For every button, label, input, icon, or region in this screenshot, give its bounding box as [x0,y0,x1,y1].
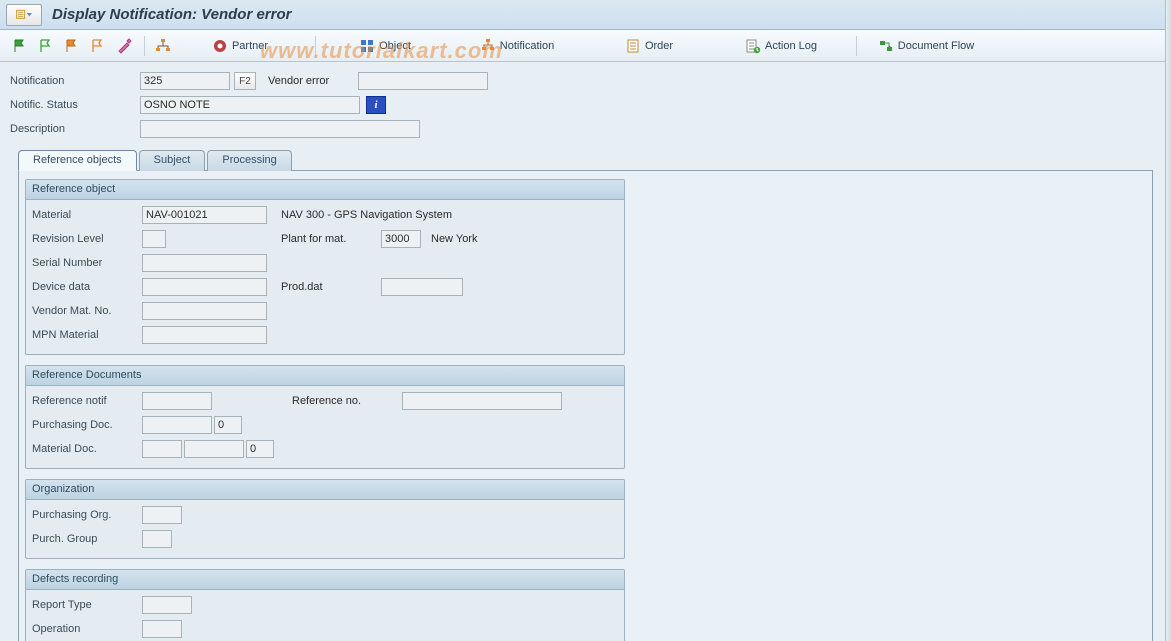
toolbar-separator [315,36,316,56]
group-reference-documents-title: Reference Documents [26,366,624,386]
reference-no-label: Reference no. [292,395,402,407]
notification-icon [480,38,496,54]
order-label: Order [645,40,673,52]
notification-no-field[interactable] [140,72,230,90]
material-doc-field-2[interactable] [184,440,244,458]
toolbar-separator [856,36,857,56]
reference-notif-label: Reference notif [32,395,142,407]
page-title: Display Notification: Vendor error [52,6,291,23]
purch-group-label: Purch. Group [32,533,142,545]
operation-label: Operation [32,623,142,635]
tabstrip: Reference objects Subject Processing [18,148,1161,170]
header-form: Notification F2 Vendor error Notific. St… [0,62,1171,641]
group-reference-object-title: Reference object [26,180,624,200]
prod-dat-field[interactable] [381,278,463,296]
device-data-label: Device data [32,281,142,293]
group-organization: Organization Purchasing Org. Purch. Grou… [25,479,625,559]
tab-reference-objects[interactable]: Reference objects [18,150,137,171]
purchasing-doc-item-field[interactable] [214,416,242,434]
group-reference-documents: Reference Documents Reference notif Refe… [25,365,625,469]
material-field[interactable] [142,206,267,224]
group-defects-recording-title: Defects recording [26,570,624,590]
notification-type-text: Vendor error [268,75,358,87]
object-button[interactable]: Object [322,35,452,57]
flag-orange-icon[interactable] [60,35,84,57]
tab-processing[interactable]: Processing [207,150,291,171]
revision-level-label: Revision Level [32,233,142,245]
object-label: Object [379,40,411,52]
operation-field[interactable] [142,620,182,638]
notification-no-label: Notification [10,75,140,87]
report-type-field[interactable] [142,596,192,614]
document-flow-icon [878,38,894,54]
app-toolbar: Partner Object Notification Order Action… [0,30,1171,62]
purchasing-org-field[interactable] [142,506,182,524]
document-flow-button[interactable]: Document Flow [863,35,993,57]
action-log-button[interactable]: Action Log [718,35,848,57]
mpn-material-field[interactable] [142,326,267,344]
vendor-mat-no-field[interactable] [142,302,267,320]
frame-right-edge [1165,0,1171,641]
description-label: Description [10,123,140,135]
notific-status-label: Notific. Status [10,99,140,111]
flag-green-icon[interactable] [8,35,32,57]
plant-for-mat-label: Plant for mat. [281,233,381,245]
material-doc-label: Material Doc. [32,443,142,455]
toolbar-separator [144,36,145,56]
f2-help-button[interactable]: F2 [234,72,256,90]
revision-level-field[interactable] [142,230,166,248]
order-button[interactable]: Order [586,35,716,57]
notification-label: Notification [500,40,554,52]
purchasing-doc-label: Purchasing Doc. [32,419,142,431]
wand-icon[interactable] [112,35,136,57]
tab-subject[interactable]: Subject [139,150,206,171]
group-organization-title: Organization [26,480,624,500]
flag-green-outline-icon[interactable] [34,35,58,57]
vendor-mat-no-label: Vendor Mat. No. [32,305,142,317]
partner-label: Partner [232,40,268,52]
prod-dat-label: Prod.dat [281,281,381,293]
group-defects-recording: Defects recording Report Type Operation [25,569,625,641]
notification-button[interactable]: Notification [454,35,584,57]
partner-icon [212,38,228,54]
menu-button[interactable] [6,4,42,26]
reference-notif-field[interactable] [142,392,212,410]
document-flow-label: Document Flow [898,40,974,52]
partner-button[interactable]: Partner [177,35,307,57]
structure-icon[interactable] [151,35,175,57]
notification-type-extra-field[interactable] [358,72,488,90]
plant-text: New York [431,233,477,245]
material-doc-item-field[interactable] [246,440,274,458]
notific-status-field[interactable] [140,96,360,114]
device-data-field[interactable] [142,278,267,296]
mpn-material-label: MPN Material [32,329,142,341]
plant-field[interactable] [381,230,421,248]
material-text: NAV 300 - GPS Navigation System [281,209,452,221]
serial-number-field[interactable] [142,254,267,272]
material-label: Material [32,209,142,221]
purchasing-doc-field[interactable] [142,416,212,434]
menu-dropdown-icon [16,8,32,22]
titlebar: Display Notification: Vendor error [0,0,1171,30]
flag-orange-outline-icon[interactable] [86,35,110,57]
serial-number-label: Serial Number [32,257,142,269]
reference-no-field[interactable] [402,392,562,410]
tab-panel-reference-objects: Reference object Material NAV 300 - GPS … [18,170,1153,641]
report-type-label: Report Type [32,599,142,611]
purch-group-field[interactable] [142,530,172,548]
purchasing-org-label: Purchasing Org. [32,509,142,521]
material-doc-field-1[interactable] [142,440,182,458]
action-log-icon [745,38,761,54]
status-info-icon[interactable]: i [366,96,386,114]
description-field[interactable] [140,120,420,138]
action-log-label: Action Log [765,40,817,52]
order-icon [625,38,641,54]
group-reference-object: Reference object Material NAV 300 - GPS … [25,179,625,355]
object-icon [359,38,375,54]
